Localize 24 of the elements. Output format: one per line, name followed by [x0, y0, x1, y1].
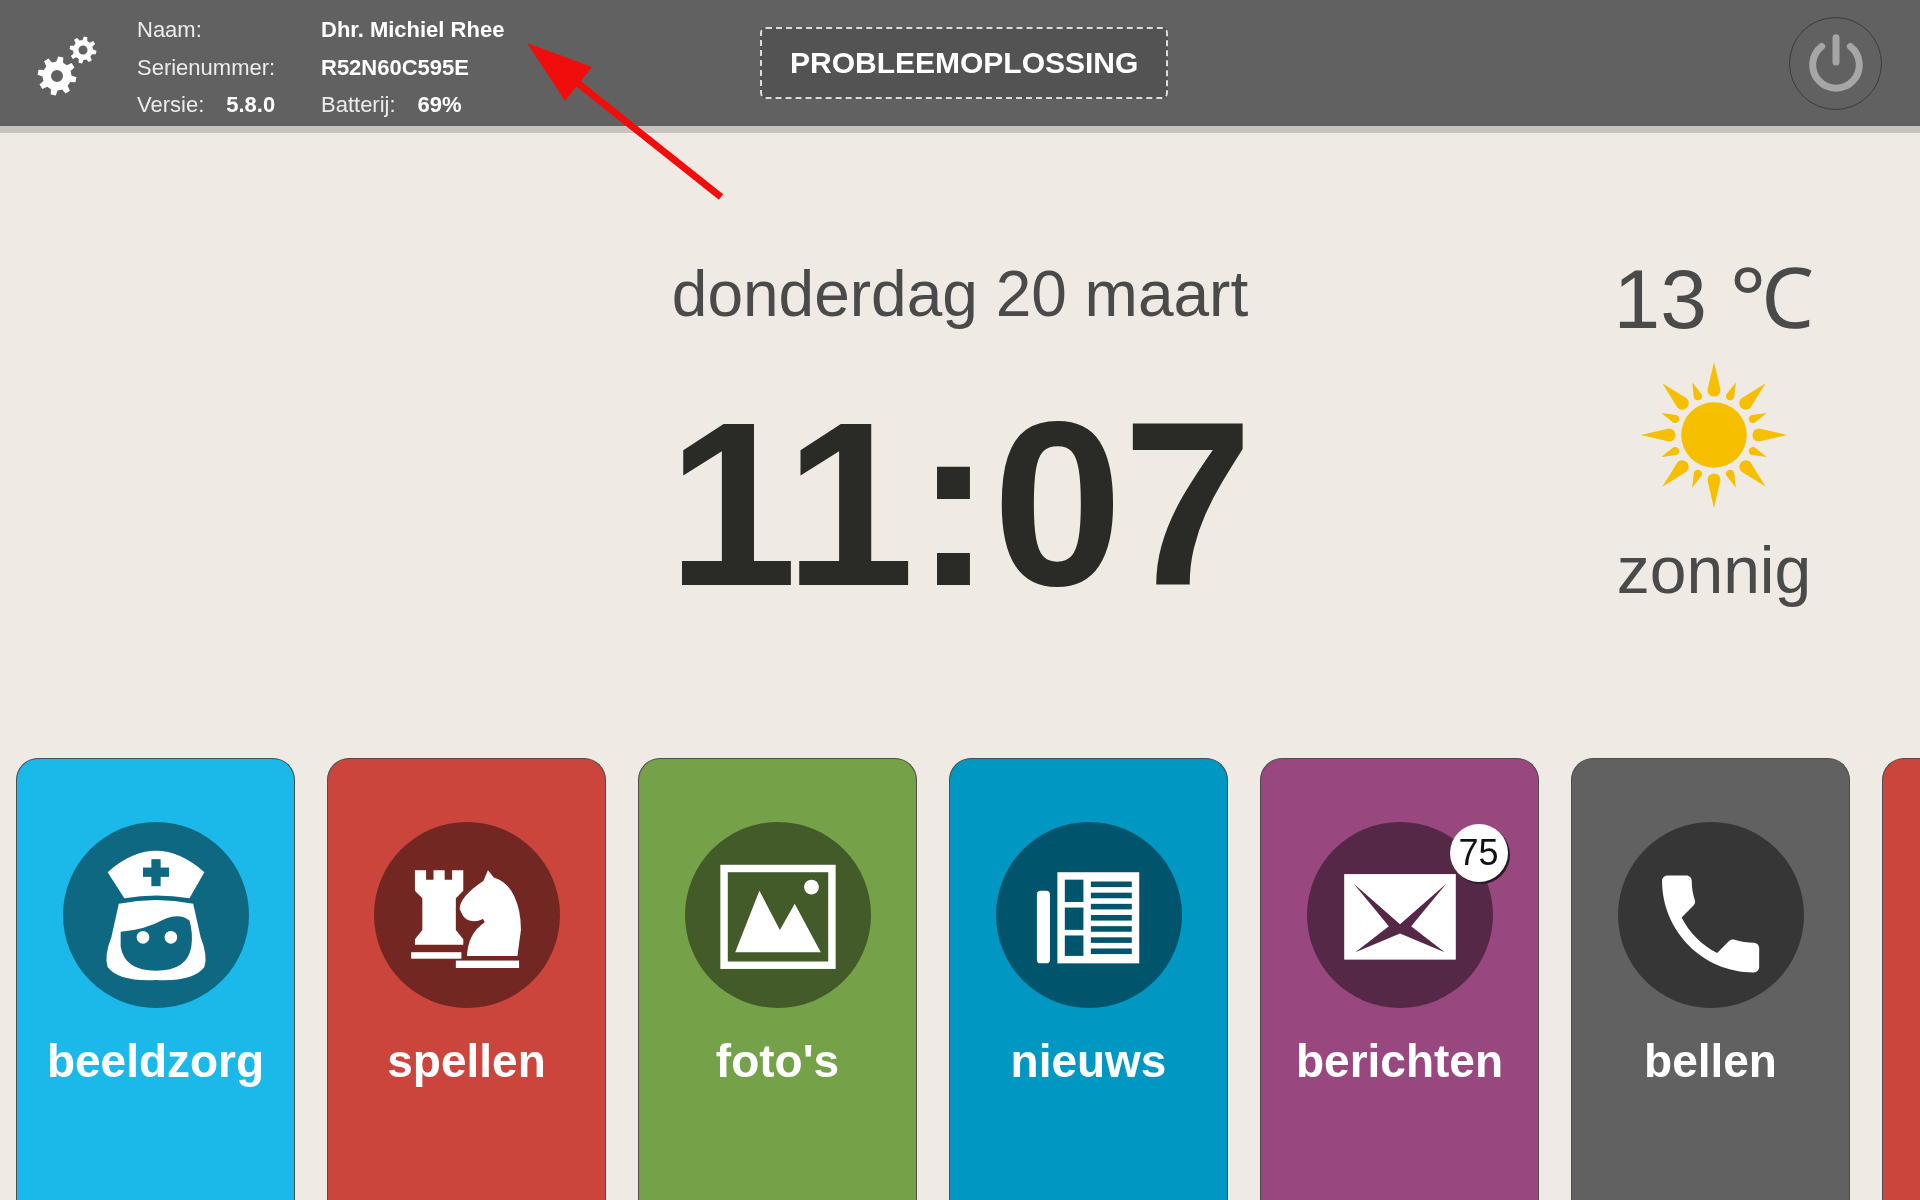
app-tile[interactable]: 75 berichten	[1260, 758, 1539, 1200]
info-value: 5.8.0	[226, 91, 276, 119]
phone-icon	[1617, 822, 1804, 1008]
temperature-text: 13 ℃	[1613, 257, 1815, 341]
info-value: R52N60C595E	[321, 53, 469, 82]
app-tile[interactable]: nieuws	[949, 758, 1228, 1200]
app-tile[interactable]	[1882, 758, 1920, 1200]
chess-pieces-icon	[373, 822, 560, 1008]
info-value: Dhr. Michiel Rhee	[321, 16, 505, 44]
app-tile[interactable]: foto's	[638, 758, 917, 1200]
troubleshoot-button[interactable]: PROBLEEMOPLOSSING	[760, 27, 1169, 99]
app-tile[interactable]: bellen	[1571, 758, 1850, 1200]
picture-icon	[684, 822, 871, 1008]
app-tile[interactable]: spellen	[327, 758, 606, 1200]
info-label: Naam:	[137, 16, 202, 44]
info-label: Versie:	[137, 91, 205, 119]
power-icon	[1807, 34, 1864, 92]
nurse-icon	[62, 822, 249, 1008]
newspaper-icon	[995, 822, 1182, 1008]
count-badge: 75	[1449, 824, 1508, 882]
clock-time: 11:07	[667, 387, 1253, 621]
info-label: Serienummer:	[137, 53, 276, 82]
info-value: 69%	[417, 91, 462, 119]
info-label: Batterij:	[321, 91, 396, 119]
